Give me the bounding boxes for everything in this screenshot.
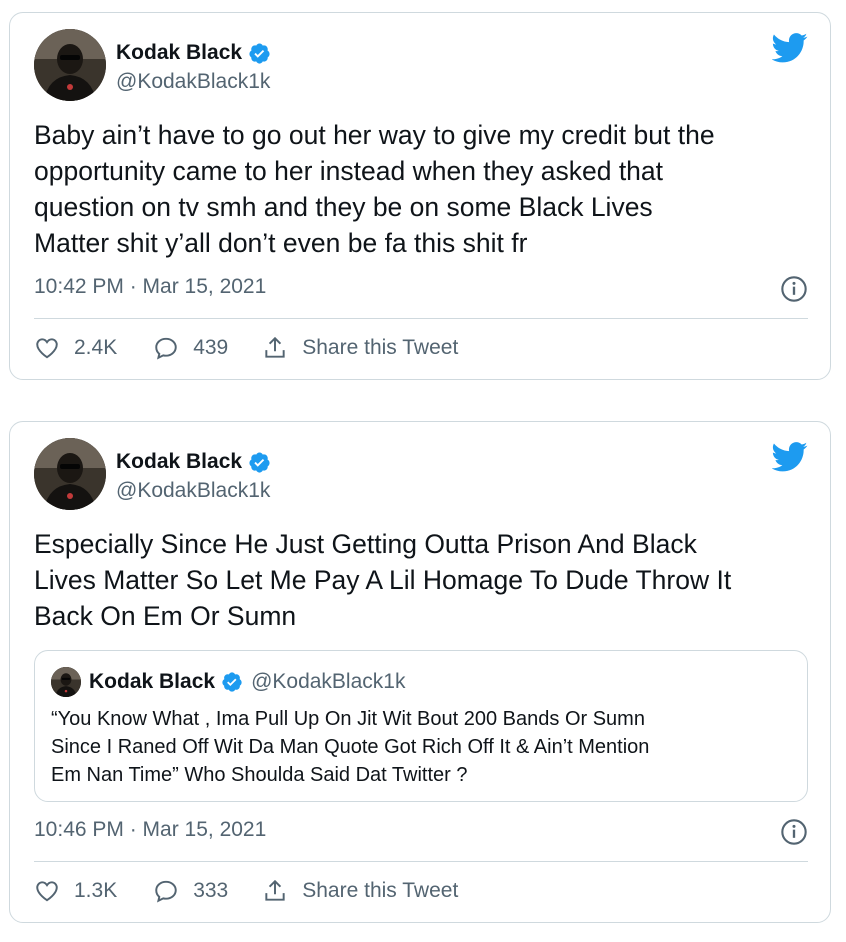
tweet-text: Especially Since He Just Getting Outta P… bbox=[34, 529, 732, 631]
divider bbox=[34, 318, 808, 319]
tweet-actions: 1.3K 333 Share this Tweet bbox=[34, 878, 458, 904]
author-name[interactable]: Kodak Black bbox=[116, 450, 242, 474]
avatar[interactable] bbox=[34, 438, 106, 510]
info-icon[interactable] bbox=[780, 275, 808, 303]
tweet-card[interactable]: Kodak Black @KodakBlack1k Especially Sin… bbox=[9, 421, 831, 923]
quoted-tweet-text: “You Know What , Ima Pull Up On Jit Wit … bbox=[51, 708, 650, 786]
divider bbox=[34, 861, 808, 862]
twitter-bird-icon[interactable] bbox=[772, 33, 808, 63]
avatar[interactable] bbox=[34, 29, 106, 101]
tweet-actions: 2.4K 439 Share this Tweet bbox=[34, 335, 458, 361]
reply-button[interactable]: 333 bbox=[153, 878, 228, 904]
quoted-author-name: Kodak Black bbox=[89, 670, 216, 693]
share-icon bbox=[265, 336, 285, 358]
verified-badge-icon bbox=[222, 672, 242, 692]
heart-icon bbox=[36, 881, 58, 902]
author-handle[interactable]: @KodakBlack1k bbox=[116, 70, 270, 94]
quoted-avatar bbox=[51, 667, 81, 697]
tweet-text: Baby ain’t have to go out her way to giv… bbox=[34, 120, 715, 258]
tweet-timestamp[interactable]: 10:46 PM · Mar 15, 2021 bbox=[34, 818, 266, 842]
tweet-card[interactable]: Kodak Black @KodakBlack1k Baby ain’t hav… bbox=[9, 12, 831, 380]
author-handle[interactable]: @KodakBlack1k bbox=[116, 479, 270, 503]
share-icon bbox=[265, 879, 285, 901]
like-count: 1.3K bbox=[74, 879, 118, 902]
like-button[interactable]: 1.3K bbox=[34, 878, 117, 904]
like-count: 2.4K bbox=[74, 336, 118, 359]
twitter-bird-icon[interactable] bbox=[772, 442, 808, 472]
share-button[interactable]: Share this Tweet bbox=[262, 878, 458, 904]
share-label: Share this Tweet bbox=[302, 336, 459, 359]
reply-count: 333 bbox=[193, 879, 229, 902]
avatar-image bbox=[34, 438, 106, 510]
author-name[interactable]: Kodak Black bbox=[116, 41, 242, 65]
avatar-image bbox=[34, 29, 106, 101]
avatar-image bbox=[51, 667, 81, 697]
quoted-tweet[interactable]: Kodak Black @KodakBlack1k “You Know What… bbox=[34, 650, 808, 802]
reply-count: 439 bbox=[193, 336, 229, 359]
share-button[interactable]: Share this Tweet bbox=[262, 335, 458, 361]
tweet-timestamp[interactable]: 10:42 PM · Mar 15, 2021 bbox=[34, 275, 266, 299]
quoted-author-handle: @KodakBlack1k bbox=[251, 670, 406, 693]
share-label: Share this Tweet bbox=[302, 879, 459, 902]
info-icon[interactable] bbox=[780, 818, 808, 846]
reply-button[interactable]: 439 bbox=[153, 335, 228, 361]
like-button[interactable]: 2.4K bbox=[34, 335, 117, 361]
heart-icon bbox=[36, 338, 58, 359]
verified-badge-icon bbox=[249, 451, 270, 473]
verified-badge-icon bbox=[249, 42, 270, 64]
reply-bubble-icon bbox=[155, 880, 177, 903]
reply-bubble-icon bbox=[155, 337, 177, 360]
